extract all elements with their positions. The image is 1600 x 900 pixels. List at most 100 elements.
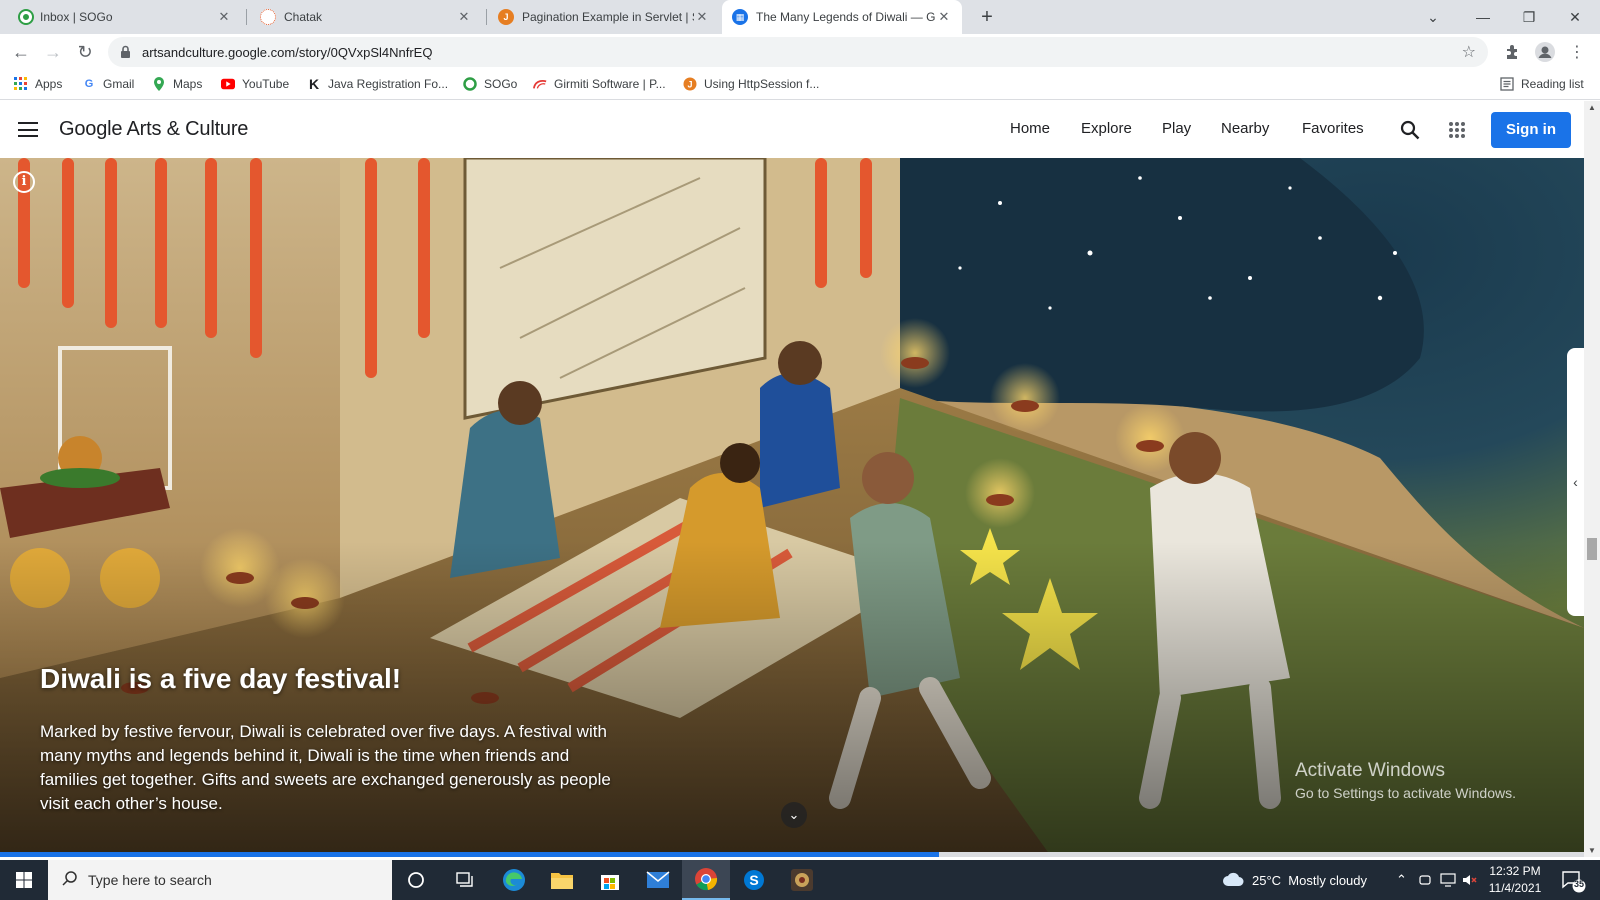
address-bar[interactable]: artsandculture.google.com/story/0QVxpSl4…: [108, 37, 1488, 67]
javatpoint-icon: J: [683, 77, 697, 91]
tab-divider: [246, 9, 247, 25]
bookmark-maps[interactable]: Maps: [152, 77, 202, 91]
k-icon: K: [308, 76, 320, 92]
scroll-down-chevron-icon[interactable]: ⌄: [781, 802, 807, 828]
bookmark-sogo[interactable]: SOGo: [463, 77, 517, 91]
bookmark-java-registration[interactable]: K Java Registration Fo...: [307, 76, 449, 92]
clock-date: 11/4/2021: [1488, 881, 1542, 895]
google-apps-grid-icon[interactable]: [1444, 117, 1470, 143]
onedrive-icon[interactable]: [1418, 860, 1432, 900]
close-window-icon[interactable]: ✕: [1552, 0, 1598, 34]
apps-grid-icon: [14, 77, 28, 91]
close-tab-icon[interactable]: ✕: [694, 9, 710, 25]
sogo-icon: [20, 11, 32, 23]
tab-pagination-example[interactable]: J Pagination Example in Servlet | St ✕: [488, 0, 720, 34]
close-tab-icon[interactable]: ✕: [936, 9, 952, 25]
edge-browser-icon[interactable]: [490, 860, 538, 900]
arts-culture-icon: ▦: [732, 9, 748, 25]
windows-start-icon[interactable]: [0, 860, 48, 900]
cloud-icon: [1222, 871, 1244, 890]
new-tab-icon[interactable]: +: [975, 5, 999, 29]
site-header: Google Arts & Culture Home Explore Play …: [0, 101, 1584, 158]
sign-in-button[interactable]: Sign in: [1491, 112, 1571, 148]
scrollbar-thumb[interactable]: [1587, 538, 1597, 560]
nav-explore[interactable]: Explore: [1081, 120, 1132, 137]
search-icon[interactable]: [1397, 117, 1423, 143]
taskbar-clock[interactable]: 12:32 PM 11/4/2021: [1478, 863, 1552, 897]
scroll-down-arrow-icon[interactable]: ▼: [1584, 846, 1600, 855]
cortana-icon[interactable]: [392, 860, 440, 900]
microsoft-store-icon[interactable]: [586, 860, 634, 900]
reading-list-button[interactable]: Reading list: [1500, 77, 1584, 91]
tab-chatak[interactable]: Chatak ✕: [250, 0, 482, 34]
taskbar-search-box[interactable]: Type here to search: [48, 860, 392, 900]
nav-play[interactable]: Play: [1162, 120, 1191, 137]
watermark-title: Activate Windows: [1295, 760, 1445, 781]
bookmark-star-icon[interactable]: ☆: [1462, 42, 1476, 62]
sogo-icon: [463, 77, 477, 91]
progress-fill: [0, 852, 939, 857]
nav-favorites[interactable]: Favorites: [1302, 120, 1364, 137]
bookmark-girmiti[interactable]: Girmiti Software | P...: [533, 77, 666, 91]
game-app-icon[interactable]: [778, 860, 826, 900]
tab-search-chevron-icon[interactable]: ⌄: [1410, 0, 1456, 34]
page-scrollbar[interactable]: ▲ ▼: [1584, 101, 1600, 857]
task-view-icon[interactable]: [440, 860, 488, 900]
watermark-subtitle: Go to Settings to activate Windows.: [1295, 785, 1516, 801]
tab-title: Chatak: [284, 10, 323, 24]
reload-icon[interactable]: ↻: [72, 39, 98, 65]
youtube-icon: [221, 77, 235, 91]
notification-count-badge: 35: [1573, 879, 1584, 889]
skype-icon[interactable]: S: [730, 860, 778, 900]
activate-windows-watermark: Activate Windows Go to Settings to activ…: [1295, 760, 1516, 801]
info-icon[interactable]: i: [13, 171, 35, 193]
weather-widget[interactable]: 25°C Mostly cloudy: [1222, 860, 1367, 900]
minimize-icon[interactable]: —: [1460, 0, 1506, 34]
bookmark-label: Maps: [173, 77, 203, 91]
girmiti-icon: [533, 77, 547, 91]
close-tab-icon[interactable]: ✕: [456, 9, 472, 25]
mail-icon[interactable]: [634, 860, 682, 900]
maps-icon: [152, 77, 166, 91]
forward-arrow-icon[interactable]: →: [40, 39, 66, 65]
lock-icon: [120, 45, 131, 64]
network-icon[interactable]: [1440, 860, 1456, 900]
tab-title: Pagination Example in Servlet | St: [522, 10, 694, 24]
file-explorer-icon[interactable]: [538, 860, 586, 900]
tab-title: Inbox | SOGo: [40, 10, 113, 24]
bookmark-gmail[interactable]: G Gmail: [82, 77, 135, 91]
bookmark-httpsession[interactable]: J Using HttpSession f...: [683, 77, 819, 91]
menu-hamburger-icon[interactable]: [18, 122, 38, 137]
bookmark-label: Gmail: [103, 77, 135, 91]
close-tab-icon[interactable]: ✕: [216, 9, 232, 25]
site-logo[interactable]: Google Arts & Culture: [59, 118, 248, 141]
nav-home[interactable]: Home: [1010, 120, 1050, 137]
svg-text:S: S: [749, 872, 758, 888]
tab-divider: [486, 9, 487, 25]
bookmarks-bar: Apps G Gmail Maps YouTube K Java Registr…: [0, 70, 1600, 100]
profile-avatar-icon[interactable]: [1532, 39, 1558, 65]
show-hidden-icons-chevron-icon[interactable]: ⌃: [1396, 860, 1407, 900]
bookmark-label: Java Registration Fo...: [328, 77, 449, 91]
bookmark-label: Girmiti Software | P...: [554, 77, 666, 91]
tab-inbox-sogo[interactable]: Inbox | SOGo ✕: [10, 0, 242, 34]
bookmark-label: Apps: [35, 77, 63, 91]
back-arrow-icon[interactable]: ←: [8, 39, 34, 65]
nav-nearby[interactable]: Nearby: [1221, 120, 1269, 137]
bookmark-youtube[interactable]: YouTube: [221, 77, 289, 91]
reading-list-label: Reading list: [1521, 77, 1584, 91]
restore-icon[interactable]: ❐: [1506, 0, 1552, 34]
chrome-icon[interactable]: [682, 860, 730, 900]
volume-muted-icon[interactable]: [1462, 860, 1478, 900]
weather-text: 25°C Mostly cloudy: [1252, 872, 1368, 888]
story-title: Diwali is a five day festival!: [40, 663, 402, 694]
google-icon: G: [84, 78, 94, 90]
kebab-menu-icon[interactable]: ⋮: [1564, 39, 1590, 65]
extensions-puzzle-icon[interactable]: [1500, 39, 1526, 65]
url-text: artsandculture.google.com/story/0QVxpSl4…: [142, 45, 433, 60]
javatpoint-icon: J: [498, 9, 514, 25]
bookmark-apps[interactable]: Apps: [14, 77, 62, 91]
side-panel-chevron-left-icon[interactable]: ‹: [1567, 348, 1584, 616]
scroll-up-arrow-icon[interactable]: ▲: [1584, 103, 1600, 112]
tab-diwali-legends[interactable]: ▦ The Many Legends of Diwali — G ✕: [722, 0, 962, 34]
